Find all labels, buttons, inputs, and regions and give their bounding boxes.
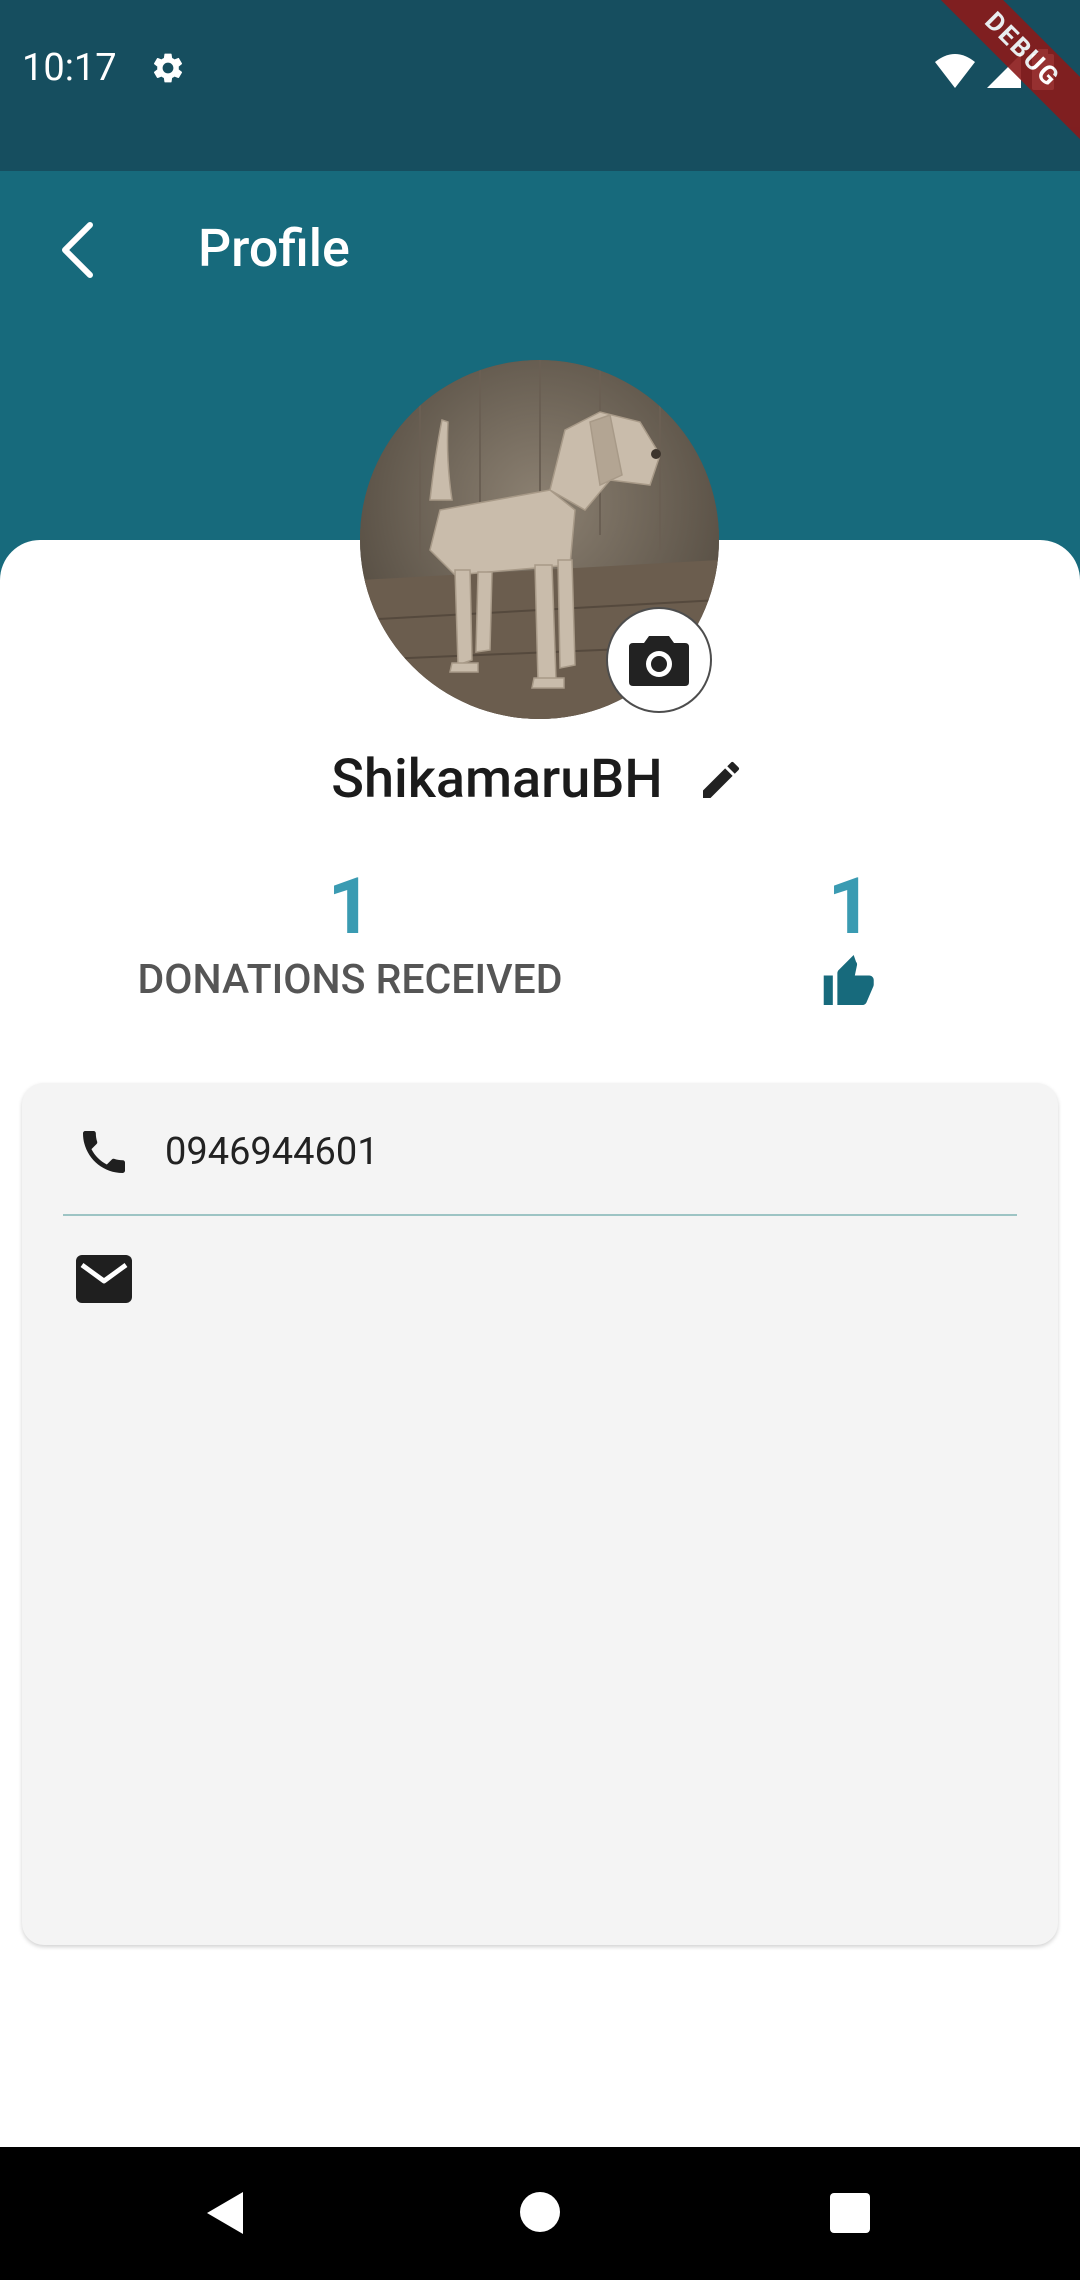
mail-icon [76,1255,132,1303]
donations-received-label: DONATIONS RECEIVED [137,956,563,1004]
pencil-icon [702,761,739,798]
status-bar: 10:17 DEBUG [0,0,1080,171]
phone-icon [83,1131,125,1173]
donations-received-count: 1 [327,862,373,953]
likes-count: 1 [827,862,873,953]
back-button[interactable] [42,205,112,295]
change-photo-button[interactable] [608,609,710,711]
edit-username-button[interactable] [693,752,749,808]
page-title: Profile [198,218,350,279]
gear-icon [153,53,183,83]
contact-card: 0946944601 [22,1083,1058,1945]
status-time: 10:17 [22,46,117,90]
chevron-left-icon [62,222,93,278]
phone-number: 0946944601 [165,1130,379,1174]
nav-recents-button[interactable] [830,2193,870,2233]
nav-home-button[interactable] [520,2192,560,2232]
wifi-icon [935,54,975,88]
camera-icon [629,636,689,686]
username-row: ShikamaruBH [0,744,1080,816]
username: ShikamaruBH [331,748,663,811]
thumbs-up-icon [823,955,874,1005]
divider [63,1214,1017,1216]
nav-back-icon[interactable] [205,2190,245,2236]
